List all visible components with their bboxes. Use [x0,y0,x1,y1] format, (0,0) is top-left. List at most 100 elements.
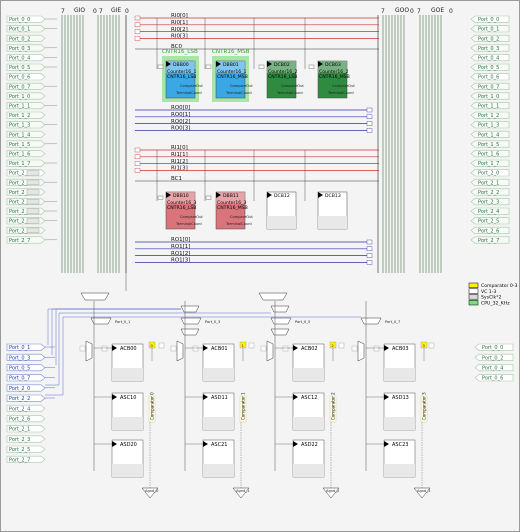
analog-input-pin[interactable]: Port_0_1 [6,343,46,351]
analog-slot[interactable] [248,342,255,349]
block-input-mux[interactable] [157,64,164,69]
analog-block[interactable]: ASC12 [275,392,325,431]
port-pin[interactable]: Port_0_4 [6,54,46,62]
analog-block[interactable]: ASD11 [185,392,235,431]
analog-input-pin[interactable]: Port_0_7 [6,374,46,382]
pin-config-box[interactable] [26,227,40,234]
analog-input-buffer[interactable] [360,317,382,325]
digital-block[interactable]: DBB11Counter16_3CNTR16_MSBCompareOutTerm… [215,191,253,230]
pin-config-box[interactable] [26,179,40,186]
digital-block[interactable]: DBB10Counter16_3CNTR16_LSBCompareOutTerm… [165,191,203,230]
block-input-mux[interactable] [258,64,265,69]
mux-select[interactable] [282,345,289,352]
analog-mux[interactable] [270,305,290,313]
block-input-mux[interactable] [205,195,212,200]
analog-output-pin[interactable]: Port_0_0 [474,343,514,351]
port-pin[interactable]: Port_2_1 [6,178,46,186]
port-pin[interactable]: Port_1_6 [6,150,46,158]
analog-input-pin[interactable]: Port_2_0 [6,384,46,392]
port-pin[interactable]: Port_0_6 [470,73,510,81]
port-pin[interactable]: Port_0_5 [6,63,46,71]
analog-block[interactable]: ACB03 [366,343,416,382]
port-pin[interactable]: Port_1_7 [470,159,510,167]
port-pin[interactable]: Port_2_5 [6,217,46,225]
analog-slot[interactable] [428,342,435,349]
mux-select[interactable] [260,345,267,352]
analog-block[interactable]: ASC10 [94,392,144,431]
analog-block[interactable]: ASC23 [366,439,416,478]
analog-input-pin[interactable]: Port_2_6 [6,415,46,423]
port-pin[interactable]: Port_1_6 [470,150,510,158]
bus-output-marker[interactable] [366,253,373,258]
port-pin[interactable]: Port_0_3 [6,44,46,52]
bus-input-marker[interactable] [134,154,141,160]
port-pin[interactable]: Port_2_4 [470,207,510,215]
bus-input-marker[interactable] [134,147,141,153]
port-pin[interactable]: Port_0_6 [6,73,46,81]
mux-select[interactable] [192,345,199,352]
pin-config-box[interactable] [26,208,40,214]
port-pin[interactable]: Port_2_2 [470,188,510,196]
bus-input-marker[interactable] [134,161,141,166]
analog-input-pin[interactable]: Port_0_5 [6,364,46,372]
bus-output-marker[interactable] [366,128,373,133]
block-input-mux[interactable] [308,64,315,69]
bus-output-marker[interactable] [366,114,373,120]
port-pin[interactable]: Port_0_2 [6,34,46,42]
analog-block[interactable]: ASD13 [366,392,416,431]
mux-select[interactable] [351,345,358,352]
port-pin[interactable]: Port_0_0 [6,15,46,23]
port-pin[interactable]: Port_0_3 [470,44,510,52]
digital-block[interactable]: DBB01Counter16_1CNTR16_MSBCompareOutTerm… [212,56,253,102]
pin-config-box[interactable] [26,198,40,205]
analog-input-pin[interactable]: Port_2_7 [6,455,46,463]
bus-output-marker[interactable] [366,121,373,126]
pin-config-box[interactable] [26,218,40,224]
analog-slot[interactable] [158,342,165,349]
port-pin[interactable]: Port_2_5 [470,217,510,225]
port-pin[interactable]: Port_0_7 [470,82,510,90]
analog-output-pin[interactable]: Port_0_2 [474,353,514,361]
analog-mux[interactable] [180,305,200,313]
port-pin[interactable]: Port_2_0 [6,169,46,177]
block-input-mux[interactable] [205,64,212,69]
analog-output-pin[interactable]: Port_0_6 [474,374,514,382]
port-pin[interactable]: Port_1_1 [6,102,46,110]
bus-input-marker[interactable] [134,15,141,21]
bus-output-marker[interactable] [366,239,373,245]
analog-column-mux[interactable] [258,292,288,301]
block-input-mux[interactable] [157,195,164,200]
port-pin[interactable]: Port_2_1 [470,178,510,186]
analog-slot[interactable] [338,342,345,349]
bus-input-marker[interactable] [134,36,141,41]
mux-select[interactable] [170,345,177,352]
analog-block[interactable]: ASD22 [275,439,325,478]
analog-input-buffer[interactable] [270,317,292,325]
analog-output-pin[interactable]: Port_0_4 [474,364,514,372]
bus-output-marker[interactable] [366,260,373,265]
bus-input-marker[interactable] [134,168,141,173]
digital-block[interactable]: DCB13 [317,191,348,230]
port-pin[interactable]: Port_1_0 [6,92,46,100]
column-input-mux[interactable] [357,340,365,362]
port-pin[interactable]: Port_2_7 [6,236,46,244]
pin-config-box[interactable] [26,170,40,176]
analog-input-pin[interactable]: Port_2_1 [6,425,46,433]
bus-output-marker[interactable] [366,246,373,252]
port-pin[interactable]: Port_0_4 [470,54,510,62]
port-pin[interactable]: Port_2_2 [6,188,46,196]
analog-input-pin[interactable]: Port_0_3 [6,353,46,361]
bus-input-marker[interactable] [134,29,141,34]
analog-input-pin[interactable]: Port_2_3 [6,435,46,443]
port-pin[interactable]: Port_1_0 [470,92,510,100]
port-pin[interactable]: Port_0_7 [6,82,46,90]
port-pin[interactable]: Port_0_0 [470,15,510,23]
port-pin[interactable]: Port_0_1 [470,25,510,33]
port-pin[interactable]: Port_1_2 [6,111,46,119]
analog-column-mux[interactable] [80,292,110,301]
pin-config-box[interactable] [26,189,40,195]
bus-input-marker[interactable] [134,22,141,27]
port-pin[interactable]: Port_0_5 [470,63,510,71]
digital-block[interactable]: DBB00Counter16_1CNTR16_LSBCompareOutTerm… [162,56,203,102]
port-pin[interactable]: Port_2_7 [470,236,510,244]
